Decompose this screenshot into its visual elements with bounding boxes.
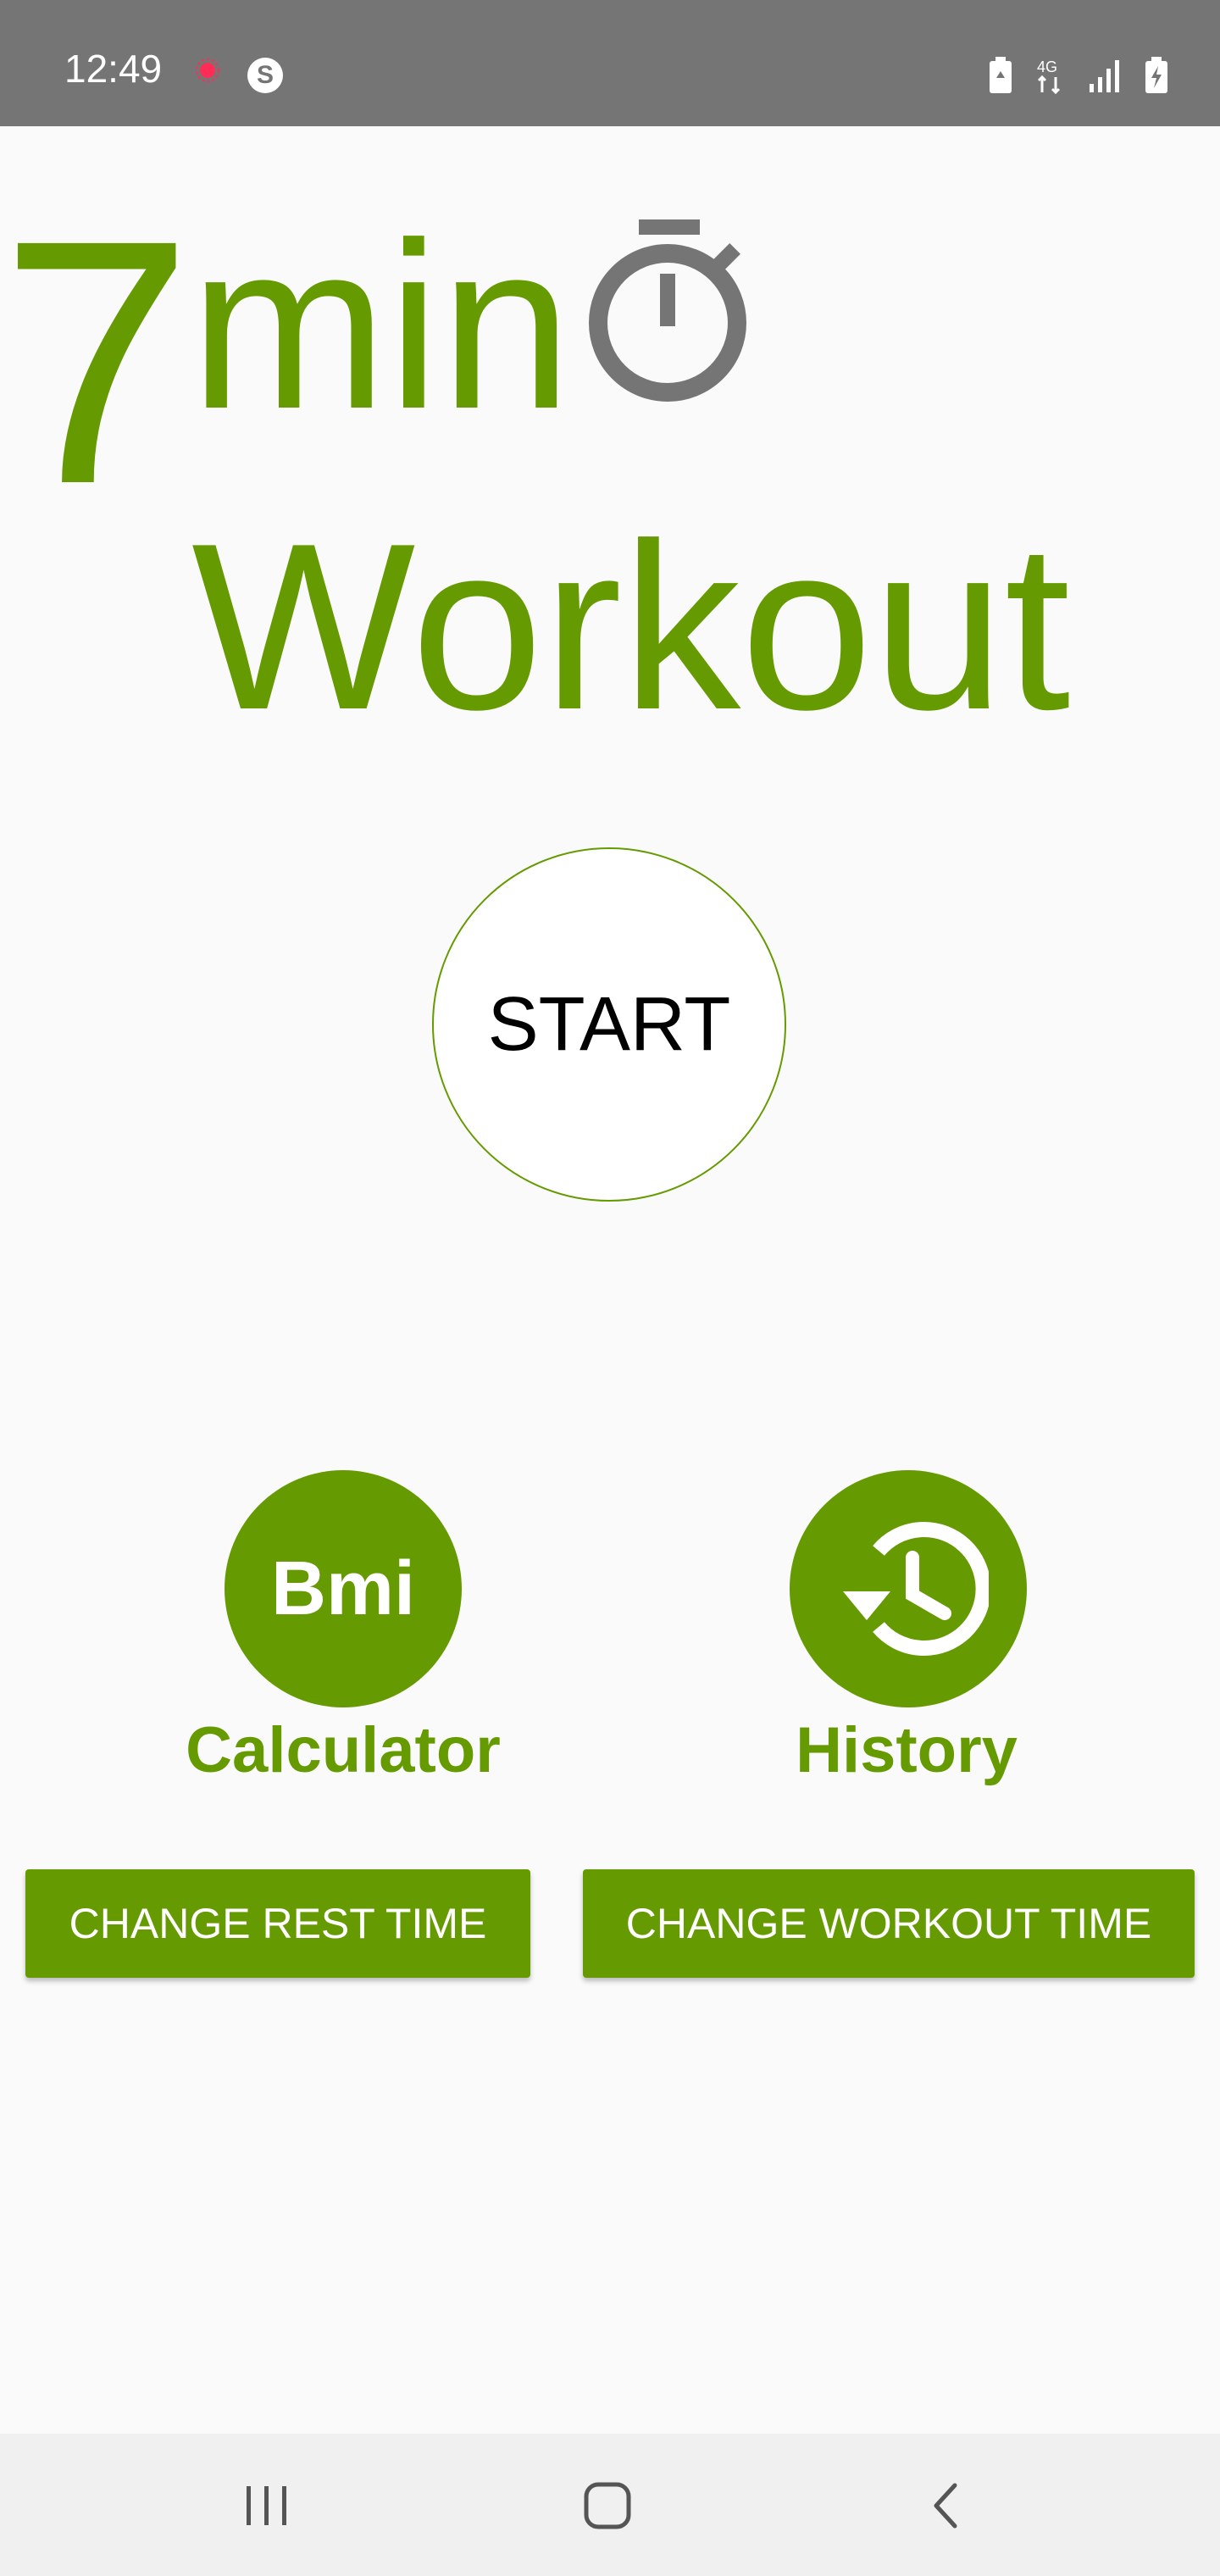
network-4g-icon: 4G	[1037, 58, 1061, 95]
s-app-icon: S	[247, 58, 283, 93]
status-bar: 12:49 S 4G	[0, 0, 1220, 126]
home-icon	[584, 2482, 631, 2529]
battery-charging-icon	[1145, 57, 1167, 93]
home-button[interactable]	[569, 2468, 646, 2544]
stopwatch-icon	[589, 219, 746, 402]
signal-icon	[1090, 60, 1119, 92]
bmi-icon-text: Bmi	[270, 1546, 416, 1631]
history-button[interactable]	[790, 1470, 1027, 1707]
bmi-calculator-button[interactable]: Bmi	[225, 1470, 462, 1707]
network-label: 4G	[1037, 58, 1057, 75]
recents-icon	[247, 2486, 286, 2525]
start-button[interactable]: START	[432, 847, 786, 1202]
start-button-label: START	[487, 981, 731, 1067]
change-rest-time-label: CHANGE REST TIME	[69, 1900, 487, 1947]
bmi-calculator-label[interactable]: Calculator	[161, 1713, 525, 1787]
status-icons: 4G	[988, 53, 1169, 98]
navigation-bar	[0, 2434, 1220, 2576]
status-time: 12:49	[64, 47, 163, 91]
change-workout-time-label: CHANGE WORKOUT TIME	[625, 1900, 1152, 1947]
history-icon	[843, 1522, 989, 1656]
title-number: 7	[0, 168, 194, 556]
battery-saver-icon	[990, 57, 1012, 93]
history-label[interactable]: History	[762, 1713, 1051, 1787]
recents-button[interactable]	[229, 2468, 305, 2544]
change-workout-time-button[interactable]: CHANGE WORKOUT TIME	[583, 1869, 1195, 1978]
title-unit: min	[190, 194, 573, 458]
back-icon	[934, 2483, 957, 2529]
title-word: Workout	[191, 495, 1071, 759]
back-button[interactable]	[908, 2468, 984, 2544]
change-rest-time-button[interactable]: CHANGE REST TIME	[25, 1869, 530, 1978]
recording-dot-icon	[196, 58, 219, 82]
